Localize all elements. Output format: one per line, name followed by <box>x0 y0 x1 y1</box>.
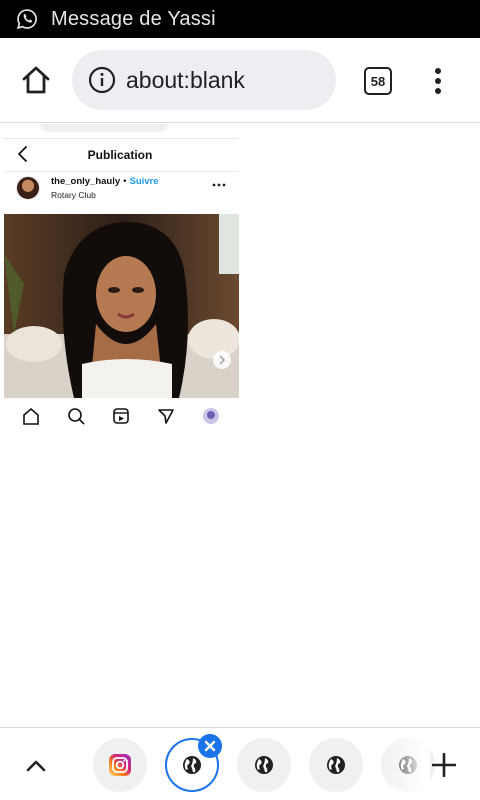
tab-count: 58 <box>370 73 386 89</box>
username-link[interactable]: the_only_hauly <box>51 176 120 187</box>
separator-dot: • <box>123 176 127 187</box>
instagram-post-preview: Publication the_only_hauly • Suivre Rotary… <box>0 124 240 427</box>
tab-strip <box>0 727 480 800</box>
more-horiz-icon[interactable] <box>212 182 226 188</box>
whatsapp-icon <box>16 9 37 30</box>
tab-item[interactable] <box>237 738 291 792</box>
search-icon[interactable] <box>67 407 85 425</box>
tab-instagram[interactable] <box>93 738 147 792</box>
chevron-up-icon[interactable] <box>24 754 48 776</box>
web-page: Publication the_only_hauly • Suivre Rotary… <box>0 124 480 727</box>
tab-item[interactable] <box>381 738 435 792</box>
globe-icon <box>399 756 417 774</box>
new-tab-plus-icon[interactable] <box>432 753 456 777</box>
close-icon <box>204 740 216 752</box>
info-icon[interactable] <box>88 66 116 94</box>
avatar[interactable] <box>16 176 40 200</box>
home-icon[interactable] <box>20 64 52 96</box>
scroll-handle <box>40 124 168 132</box>
globe-icon <box>327 756 345 774</box>
home-icon[interactable] <box>22 407 40 425</box>
reels-icon[interactable] <box>112 407 130 425</box>
globe-icon <box>255 756 273 774</box>
address-bar[interactable]: about:blank <box>72 50 336 110</box>
divider <box>4 138 238 139</box>
close-tab-button[interactable] <box>198 734 222 758</box>
globe-icon <box>183 756 201 774</box>
post-location[interactable]: Rotary Club <box>51 190 96 200</box>
post-header-title: Publication <box>87 148 153 162</box>
notification-bar[interactable]: Message de Yassi <box>0 0 480 38</box>
more-vert-icon[interactable] <box>428 66 448 96</box>
send-icon[interactable] <box>157 407 175 425</box>
tab-switcher-button[interactable]: 58 <box>364 67 392 95</box>
post-author: the_only_hauly • Suivre <box>51 176 159 187</box>
profile-avatar-icon[interactable] <box>202 407 220 425</box>
notification-text: Message de Yassi <box>51 7 216 30</box>
instagram-bottom-nav <box>0 407 240 427</box>
tab-item[interactable] <box>309 738 363 792</box>
follow-button[interactable]: Suivre <box>130 176 159 187</box>
post-photo[interactable] <box>4 214 239 398</box>
divider <box>4 171 238 172</box>
url-text[interactable]: about:blank <box>126 67 245 94</box>
instagram-icon <box>109 754 131 776</box>
browser-toolbar: about:blank 58 <box>0 38 480 123</box>
